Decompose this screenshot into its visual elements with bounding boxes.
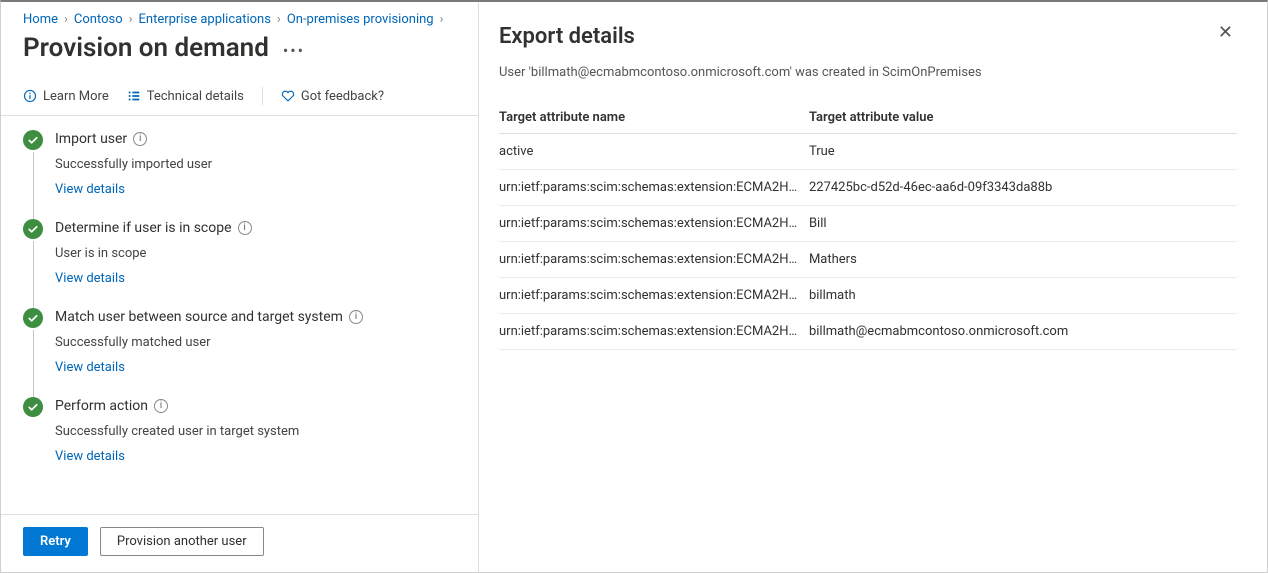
view-details-link[interactable]: View details [55, 449, 456, 464]
view-details-link[interactable]: View details [55, 182, 456, 197]
step-description: Successfully created user in target syst… [55, 424, 456, 439]
info-icon[interactable]: i [238, 221, 252, 235]
heart-icon [281, 89, 295, 103]
more-actions-button[interactable]: ••• [283, 41, 305, 60]
attributes-table: Target attribute name Target attribute v… [499, 104, 1237, 350]
attr-value: billmath [809, 278, 1237, 314]
attr-value: Bill [809, 206, 1237, 242]
table-row: urn:ietf:params:scim:schemas:extension:E… [499, 278, 1237, 314]
attr-name: urn:ietf:params:scim:schemas:extension:E… [499, 206, 809, 242]
command-bar: Learn More Technical details Got feedbac… [1, 79, 478, 116]
list-icon [127, 89, 141, 103]
attr-name: urn:ietf:params:scim:schemas:extension:E… [499, 242, 809, 278]
left-pane: Home› Contoso› Enterprise applications› … [1, 2, 479, 572]
view-details-link[interactable]: View details [55, 271, 456, 286]
attr-name: active [499, 134, 809, 170]
technical-details-label: Technical details [147, 89, 244, 104]
learn-more-label: Learn More [43, 89, 109, 104]
attr-name: urn:ietf:params:scim:schemas:extension:E… [499, 278, 809, 314]
export-details-panel: Export details ✕ User 'billmath@ecmabmco… [479, 2, 1267, 572]
column-header-name: Target attribute name [499, 104, 809, 134]
step-perform-action: Perform action i Successfully created us… [23, 397, 456, 486]
feedback-label: Got feedback? [301, 89, 384, 104]
step-match: Match user between source and target sys… [23, 308, 456, 397]
technical-details-button[interactable]: Technical details [127, 89, 244, 104]
success-icon [23, 219, 43, 239]
step-title-label: Determine if user is in scope [55, 220, 232, 236]
attr-value: True [809, 134, 1237, 170]
step-scope: Determine if user is in scope i User is … [23, 219, 456, 308]
success-icon [23, 308, 43, 328]
attr-value: Mathers [809, 242, 1237, 278]
breadcrumb-link[interactable]: Home [23, 12, 58, 27]
table-row: urn:ietf:params:scim:schemas:extension:E… [499, 314, 1237, 350]
divider [262, 87, 263, 105]
step-import-user: Import user i Successfully imported user… [23, 130, 456, 219]
step-title-label: Import user [55, 131, 127, 147]
chevron-right-icon: › [129, 12, 133, 27]
table-row: urn:ietf:params:scim:schemas:extension:E… [499, 206, 1237, 242]
table-row: urn:ietf:params:scim:schemas:extension:E… [499, 242, 1237, 278]
step-description: Successfully matched user [55, 335, 456, 350]
learn-more-button[interactable]: Learn More [23, 89, 109, 104]
attr-name: urn:ietf:params:scim:schemas:extension:E… [499, 314, 809, 350]
steps-list: Import user i Successfully imported user… [1, 116, 478, 514]
close-icon[interactable]: ✕ [1214, 22, 1237, 44]
table-row: active True [499, 134, 1237, 170]
attr-value: 227425bc-d52d-46ec-aa6d-09f3343da88b [809, 170, 1237, 206]
table-row: urn:ietf:params:scim:schemas:extension:E… [499, 170, 1237, 206]
success-icon [23, 397, 43, 417]
info-icon[interactable]: i [349, 310, 363, 324]
breadcrumb-link[interactable]: On-premises provisioning [287, 12, 434, 27]
attr-value: billmath@ecmabmcontoso.onmicrosoft.com [809, 314, 1237, 350]
column-header-value: Target attribute value [809, 104, 1237, 134]
feedback-button[interactable]: Got feedback? [281, 89, 384, 104]
chevron-right-icon: › [64, 12, 68, 27]
step-description: User is in scope [55, 246, 456, 261]
panel-title: Export details [499, 24, 635, 49]
info-icon[interactable]: i [133, 132, 147, 146]
info-icon[interactable]: i [154, 399, 168, 413]
chevron-right-icon: › [440, 12, 444, 27]
step-description: Successfully imported user [55, 157, 456, 172]
footer-actions: Retry Provision another user [1, 514, 478, 572]
view-details-link[interactable]: View details [55, 360, 456, 375]
provision-another-user-button[interactable]: Provision another user [100, 527, 264, 556]
step-title-label: Match user between source and target sys… [55, 309, 343, 325]
step-title-label: Perform action [55, 398, 148, 414]
panel-subtitle: User 'billmath@ecmabmcontoso.onmicrosoft… [499, 65, 1237, 80]
breadcrumb-link[interactable]: Enterprise applications [139, 12, 271, 27]
chevron-right-icon: › [277, 12, 281, 27]
retry-button[interactable]: Retry [23, 527, 88, 556]
info-icon [23, 89, 37, 103]
breadcrumb-link[interactable]: Contoso [74, 12, 123, 27]
breadcrumb: Home› Contoso› Enterprise applications› … [1, 2, 478, 29]
attr-name: urn:ietf:params:scim:schemas:extension:E… [499, 170, 809, 206]
page-title: Provision on demand [23, 33, 269, 63]
success-icon [23, 130, 43, 150]
